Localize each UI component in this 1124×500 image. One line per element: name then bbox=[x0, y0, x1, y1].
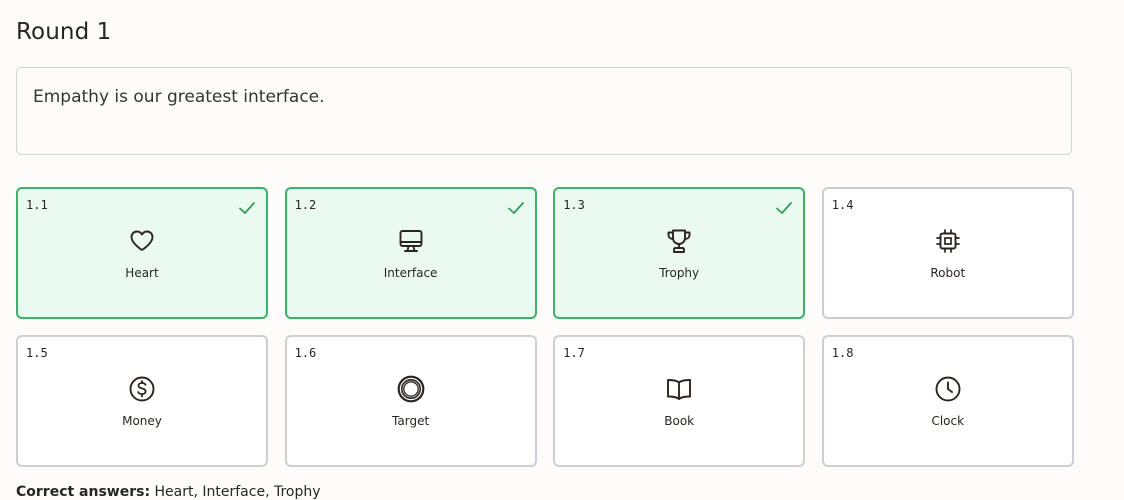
option-label: Clock bbox=[931, 414, 965, 428]
option-number: 1.7 bbox=[563, 346, 585, 360]
options-grid: 1.1 Heart 1.2 Interface 1.3 Trophy 1.4 R… bbox=[16, 187, 1074, 467]
option-label: Interface bbox=[383, 266, 438, 280]
target-icon bbox=[397, 375, 424, 403]
option-number: 1.8 bbox=[831, 346, 854, 360]
option-card-target[interactable]: 1.6 Target bbox=[284, 335, 537, 467]
option-label: Robot bbox=[930, 266, 966, 280]
prompt-text: Empathy is our greatest interface. bbox=[33, 87, 325, 107]
option-card-clock[interactable]: 1.8 Clock bbox=[821, 335, 1074, 467]
chip-icon bbox=[935, 229, 960, 253]
correct-answers: Correct answers: Heart, Interface, Troph… bbox=[16, 484, 321, 500]
option-card-money[interactable]: 1.5 Money bbox=[16, 335, 268, 467]
option-label: Book bbox=[664, 414, 695, 428]
option-label: Heart bbox=[125, 266, 159, 280]
option-card-trophy[interactable]: 1.3 Trophy bbox=[553, 187, 806, 319]
option-label: Target bbox=[392, 414, 430, 428]
trophy-icon bbox=[667, 229, 691, 253]
option-label: Money bbox=[122, 414, 162, 428]
option-number: 1.6 bbox=[294, 346, 317, 360]
option-number: 1.1 bbox=[26, 198, 48, 212]
option-number: 1.4 bbox=[831, 198, 854, 212]
option-label: Trophy bbox=[659, 266, 700, 280]
option-number: 1.5 bbox=[26, 346, 48, 360]
round-title: Round 1 bbox=[16, 19, 112, 45]
monitor-icon bbox=[399, 230, 423, 252]
check-icon bbox=[776, 202, 793, 214]
option-number: 1.2 bbox=[294, 198, 317, 212]
prompt-box: Empathy is our greatest interface. bbox=[16, 67, 1072, 155]
heart-icon bbox=[130, 230, 154, 251]
option-card-robot[interactable]: 1.4 Robot bbox=[821, 187, 1074, 319]
book-icon bbox=[667, 379, 692, 400]
option-card-heart[interactable]: 1.1 Heart bbox=[16, 187, 268, 319]
check-icon bbox=[239, 202, 255, 214]
option-card-book[interactable]: 1.7 Book bbox=[553, 335, 806, 467]
check-icon bbox=[507, 202, 524, 214]
dollar-icon bbox=[129, 376, 155, 402]
option-card-interface[interactable]: 1.2 Interface bbox=[284, 187, 537, 319]
clock-icon bbox=[935, 376, 961, 402]
round-page: Round 1 Empathy is our greatest interfac… bbox=[0, 0, 1124, 500]
correct-answers-value: Heart, Interface, Trophy bbox=[154, 484, 321, 500]
correct-answers-label: Correct answers: bbox=[16, 484, 151, 500]
option-number: 1.3 bbox=[563, 198, 585, 212]
